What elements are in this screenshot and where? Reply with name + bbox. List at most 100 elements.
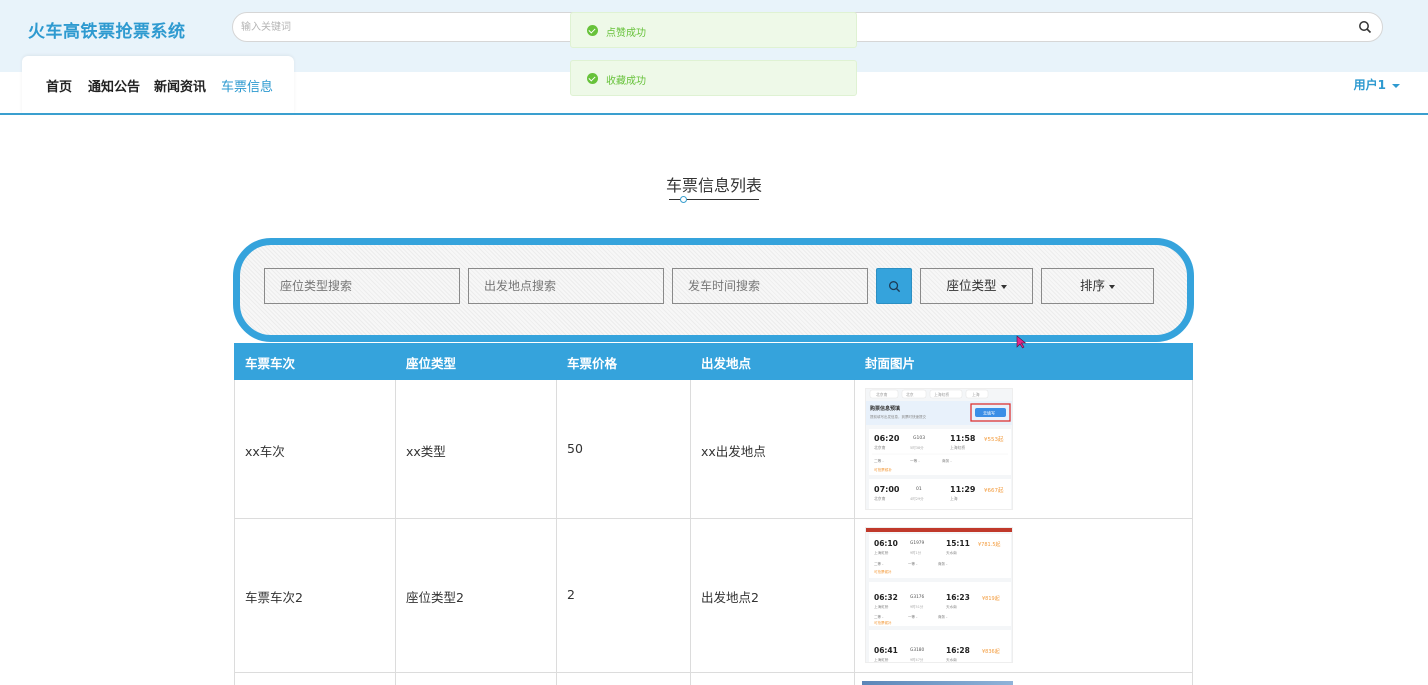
thumb-seat: 一等 - [908,614,918,619]
thumb-note: 可抢票候补 [874,467,892,472]
thumb-banner-btn: 去填写 [983,410,995,416]
thumb-from: 上海虹桥 [874,604,889,609]
thumb-dep: 07:00 [874,485,900,494]
thumb-tab: 北京 [906,392,914,397]
thumb-no: G1979 [910,540,925,546]
grid-line [395,380,396,685]
thumb-note: 可抢票候补 [874,569,892,574]
departure-search-input[interactable] [468,268,664,304]
thumb-note: 可抢票候补 [874,620,892,625]
grid-line [556,380,557,685]
cell-train: 车票车次2 [245,590,303,605]
success-check-icon [587,73,598,84]
col-header-cover: 封面图片 [865,356,916,371]
thumb-seat: 商务 - [942,458,952,463]
thumb-to: 上海虹桥 [950,445,965,450]
col-header-train: 车票车次 [245,356,296,371]
cell-price: 50 [567,441,583,456]
thumb-dur: 9时47分 [910,657,924,662]
thumb-dep: 06:20 [874,434,900,443]
cell-seat: 座位类型2 [406,590,464,605]
thumb-seat: 一等 - [908,561,918,566]
search-icon[interactable] [1358,20,1372,34]
grid-line [234,380,235,685]
seat-type-dropdown-label: 座位类型 [946,278,997,293]
thumb-seat: 商务 - [938,614,948,619]
cover-image[interactable]: 北京南 北京 上海虹桥 上海 购票信息预填 提前填写出发信息，到票时快速提交 去… [865,388,1013,510]
grid-line [234,518,1193,519]
nav-divider [0,113,1428,115]
cell-origin: 出发地点2 [701,590,759,605]
success-check-icon [587,25,598,36]
thumb-tab: 北京南 [876,392,888,397]
filter-search-button[interactable] [876,268,912,304]
thumb-arr: 16:28 [946,646,970,655]
col-header-origin: 出发地点 [701,356,752,371]
thumb-price: ¥836起 [982,649,1000,655]
thumb-no: G3176 [910,594,925,600]
cell-seat: xx类型 [406,444,446,459]
thumb-tab: 上海虹桥 [934,392,949,397]
thumb-to: 天水南 [946,657,957,662]
toast-favorite-success: 收藏成功 [570,60,857,96]
thumb-seat: 二等 - [874,614,884,619]
nav-item-tickets[interactable]: 车票信息 [221,76,273,95]
thumb-arr: 11:58 [950,434,976,443]
site-brand[interactable]: 火车高铁票抢票系统 [28,17,186,42]
user-menu[interactable]: 用户1 [1354,76,1400,93]
thumb-to: 天水南 [946,550,957,555]
thumb-dep: 06:32 [874,593,898,602]
thumb-from: 上海虹桥 [874,657,889,662]
nav-item-home[interactable]: 首页 [46,76,72,95]
thumb-dur: 9时1分 [910,550,922,555]
thumb-arr: 16:23 [946,593,970,602]
grid-line [234,672,1193,673]
cover-image[interactable]: 06:10 G1979 15:11 ¥781.5起 上海虹桥 9时1分 天水南 … [865,527,1013,663]
nav-item-notices[interactable]: 通知公告 [88,76,140,95]
thumb-from: 北京南 [874,496,886,501]
thumb-no: 01 [916,486,922,492]
thumb-from: 上海虹桥 [874,550,889,555]
thumb-to: 上海 [950,496,958,501]
thumb-dur: 5时38分 [910,445,924,450]
thumb-dur: 9时51分 [910,604,924,609]
thumb-banner-title: 购票信息预填 [870,405,900,412]
user-name: 用户1 [1353,78,1386,92]
thumb-arr: 15:11 [946,539,970,548]
thumb-price: ¥819起 [982,596,1000,602]
thumb-price: ¥781.5起 [978,542,1001,548]
thumb-dep: 06:10 [874,539,898,548]
seat-type-dropdown[interactable]: 座位类型 [920,268,1033,304]
cover-thumbnail-graphic: 06:10 G1979 15:11 ¥781.5起 上海虹桥 9时1分 天水南 … [866,528,1012,662]
grid-line [854,380,855,685]
grid-line [1192,380,1193,685]
mouse-cursor-icon [1016,335,1027,349]
sort-dropdown-label: 排序 [1079,278,1105,293]
col-header-seat: 座位类型 [406,356,457,371]
departure-time-search-input[interactable] [672,268,868,304]
toast-text: 收藏成功 [606,76,646,87]
caret-down-icon [1109,284,1115,289]
cover-image-partial[interactable] [862,681,1013,685]
thumb-seat: 一等 - [910,458,920,463]
thumb-price: ¥667起 [984,487,1004,494]
thumb-seat: 商务 - [938,561,948,566]
thumb-seat: 二等 - [874,458,884,463]
cell-price: 2 [567,587,575,602]
thumb-tab: 上海 [972,392,980,397]
sort-dropdown[interactable]: 排序 [1041,268,1154,304]
thumb-banner-sub: 提前填写出发信息，到票时快速提交 [870,414,926,419]
thumb-no: G3180 [910,647,925,653]
thumb-price: ¥553起 [984,436,1004,443]
toast-text: 点赞成功 [606,28,646,39]
thumb-from: 北京南 [874,445,886,450]
nav-item-news[interactable]: 新闻资讯 [154,76,206,95]
thumb-dep: 06:41 [874,646,898,655]
seat-type-search-input[interactable] [264,268,460,304]
page-title: 车票信息列表 [665,176,762,195]
chevron-down-icon [1392,83,1400,88]
thumb-to: 天水南 [946,604,957,609]
cell-train: xx车次 [245,444,285,459]
cell-origin: xx出发地点 [701,444,766,459]
cover-thumbnail-graphic: 北京南 北京 上海虹桥 上海 购票信息预填 提前填写出发信息，到票时快速提交 去… [866,389,1012,509]
